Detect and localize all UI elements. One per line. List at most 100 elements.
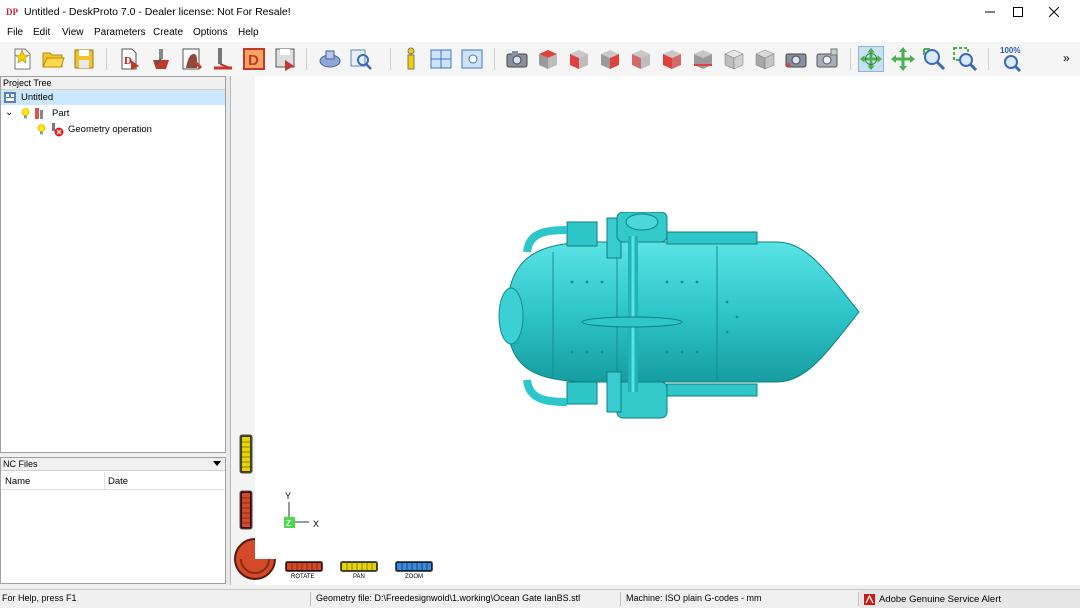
tree-label-geometry-operation: Geometry operation (68, 124, 152, 135)
nc-files-header: NC Files (1, 458, 225, 471)
rotate-mode-icon[interactable] (858, 46, 884, 72)
dropdown-arrow-icon[interactable] (213, 461, 221, 467)
toolbar-separator (306, 48, 307, 70)
project-icon (4, 92, 16, 103)
svg-text:D: D (124, 55, 132, 67)
toolpath-icon[interactable] (210, 46, 236, 72)
four-views-icon[interactable] (428, 46, 454, 72)
single-view-icon[interactable] (459, 46, 485, 72)
status-machine: Machine: ISO plain G-codes - mm (626, 593, 762, 603)
status-divider (858, 592, 859, 606)
operation-parameters-icon[interactable] (179, 46, 205, 72)
zoom-fit-icon (1004, 55, 1022, 72)
adobe-logo-icon (864, 594, 875, 605)
adobe-alert-taskbar-item[interactable]: Adobe Genuine Service Alert (860, 590, 1080, 608)
part-parameters-icon[interactable] (148, 46, 174, 72)
zoom-mode-icon[interactable] (921, 46, 947, 72)
simulation-icon[interactable] (317, 46, 343, 72)
expand-chevron-icon[interactable]: ⌄ (5, 105, 13, 120)
new-project-icon[interactable] (9, 46, 35, 72)
pan-slider-horizontal[interactable] (340, 561, 378, 572)
column-date[interactable]: Date (108, 476, 128, 487)
nc-files-column-header: Name Date (1, 472, 225, 490)
axis-z-label: Z (286, 519, 291, 528)
adobe-alert-label: Adobe Genuine Service Alert (879, 594, 1001, 605)
close-icon (1049, 7, 1059, 17)
status-help: For Help, press F1 (2, 593, 77, 603)
menu-options[interactable]: Options (193, 27, 227, 38)
status-divider (620, 592, 621, 606)
menu-bar: File Edit View Parameters Create Options… (0, 24, 1080, 42)
column-divider[interactable] (104, 472, 105, 489)
maximize-button[interactable] (1000, 0, 1036, 24)
tree-item-geometry-operation[interactable]: Geometry operation (1, 122, 225, 137)
toolbar-separator (494, 48, 495, 70)
view-bottom-cube-icon[interactable] (690, 46, 716, 72)
menu-create[interactable]: Create (153, 27, 183, 38)
tree-item-part[interactable]: ⌄ Part (1, 106, 225, 121)
rotate-dial-icon[interactable] (233, 537, 277, 581)
save-view-camera-icon[interactable] (783, 46, 809, 72)
view-right-cube-icon[interactable] (597, 46, 623, 72)
restore-view-camera-icon[interactable] (814, 46, 840, 72)
rotate-slider-vertical[interactable] (239, 490, 253, 530)
nc-files-title: NC Files (3, 459, 38, 469)
lightbulb-icon[interactable] (21, 108, 30, 120)
project-tree-panel: Project Tree Untitled ⌄ Part Geometry op… (0, 76, 226, 453)
rotate-label: ROTATE (291, 574, 315, 580)
info-icon[interactable] (398, 46, 424, 72)
part-icon (35, 108, 43, 119)
view-left-cube-icon[interactable] (659, 46, 685, 72)
menu-parameters[interactable]: Parameters (94, 27, 146, 38)
axis-y-label: Y (285, 491, 292, 501)
zoom-100-button[interactable]: 100% (998, 46, 1024, 72)
zoom-slider-horizontal[interactable] (395, 561, 433, 572)
axis-x-label: X (313, 519, 320, 529)
maximize-icon (1013, 7, 1023, 17)
minimize-icon (985, 11, 995, 13)
column-name[interactable]: Name (5, 476, 30, 487)
open-folder-icon[interactable] (40, 46, 66, 72)
tree-label-part: Part (52, 108, 70, 119)
preview-search-icon[interactable] (348, 46, 374, 72)
lightbulb-icon[interactable] (37, 124, 46, 136)
wizard-d-icon[interactable]: D (241, 46, 267, 72)
menu-edit[interactable]: Edit (33, 27, 50, 38)
view-iso-cube-icon[interactable] (721, 46, 747, 72)
pan-mode-icon[interactable] (890, 46, 916, 72)
status-divider (310, 592, 311, 606)
zoom-window-icon[interactable] (952, 46, 978, 72)
pan-label: PAN (353, 574, 365, 580)
svg-text:DP: DP (6, 7, 18, 17)
menu-help[interactable]: Help (238, 27, 259, 38)
close-button[interactable] (1036, 0, 1072, 24)
tree-item-project[interactable]: Untitled (1, 90, 225, 105)
save-icon[interactable] (71, 46, 97, 72)
main-toolbar: D D 100% » (0, 42, 1080, 77)
project-tree-header: Project Tree (1, 77, 225, 90)
nc-files-panel: NC Files Name Date (0, 457, 226, 584)
toolbar-separator (390, 48, 391, 70)
view-iso2-cube-icon[interactable] (752, 46, 778, 72)
toolbar-separator (850, 48, 851, 70)
window-title: Untitled - DeskProto 7.0 - Dealer licens… (24, 6, 291, 18)
status-geometry-file: Geometry file: D:\Freedesignwold\1.worki… (316, 593, 581, 603)
menu-view[interactable]: View (62, 27, 84, 38)
toolbar-overflow-chevron[interactable]: » (1063, 51, 1070, 65)
view-front-cube-icon[interactable] (566, 46, 592, 72)
camera-icon[interactable] (504, 46, 530, 72)
toolbar-separator (988, 48, 989, 70)
menu-file[interactable]: File (7, 27, 23, 38)
zoom-label: ZOOM (405, 574, 423, 580)
view-top-cube-icon[interactable] (535, 46, 561, 72)
pan-slider-vertical[interactable] (239, 434, 253, 474)
view-back-cube-icon[interactable] (628, 46, 654, 72)
3d-viewport[interactable]: ◂ (230, 76, 1080, 585)
status-bar: For Help, press F1 Geometry file: D:\Fre… (0, 589, 1080, 608)
operation-error-icon (52, 123, 64, 137)
load-geometry-icon[interactable]: D (117, 46, 143, 72)
write-nc-file-icon[interactable] (272, 46, 298, 72)
rotate-slider-horizontal[interactable] (285, 561, 323, 572)
submersible-3d-model (498, 212, 860, 419)
deskproto-app-icon: DP (6, 5, 20, 18)
